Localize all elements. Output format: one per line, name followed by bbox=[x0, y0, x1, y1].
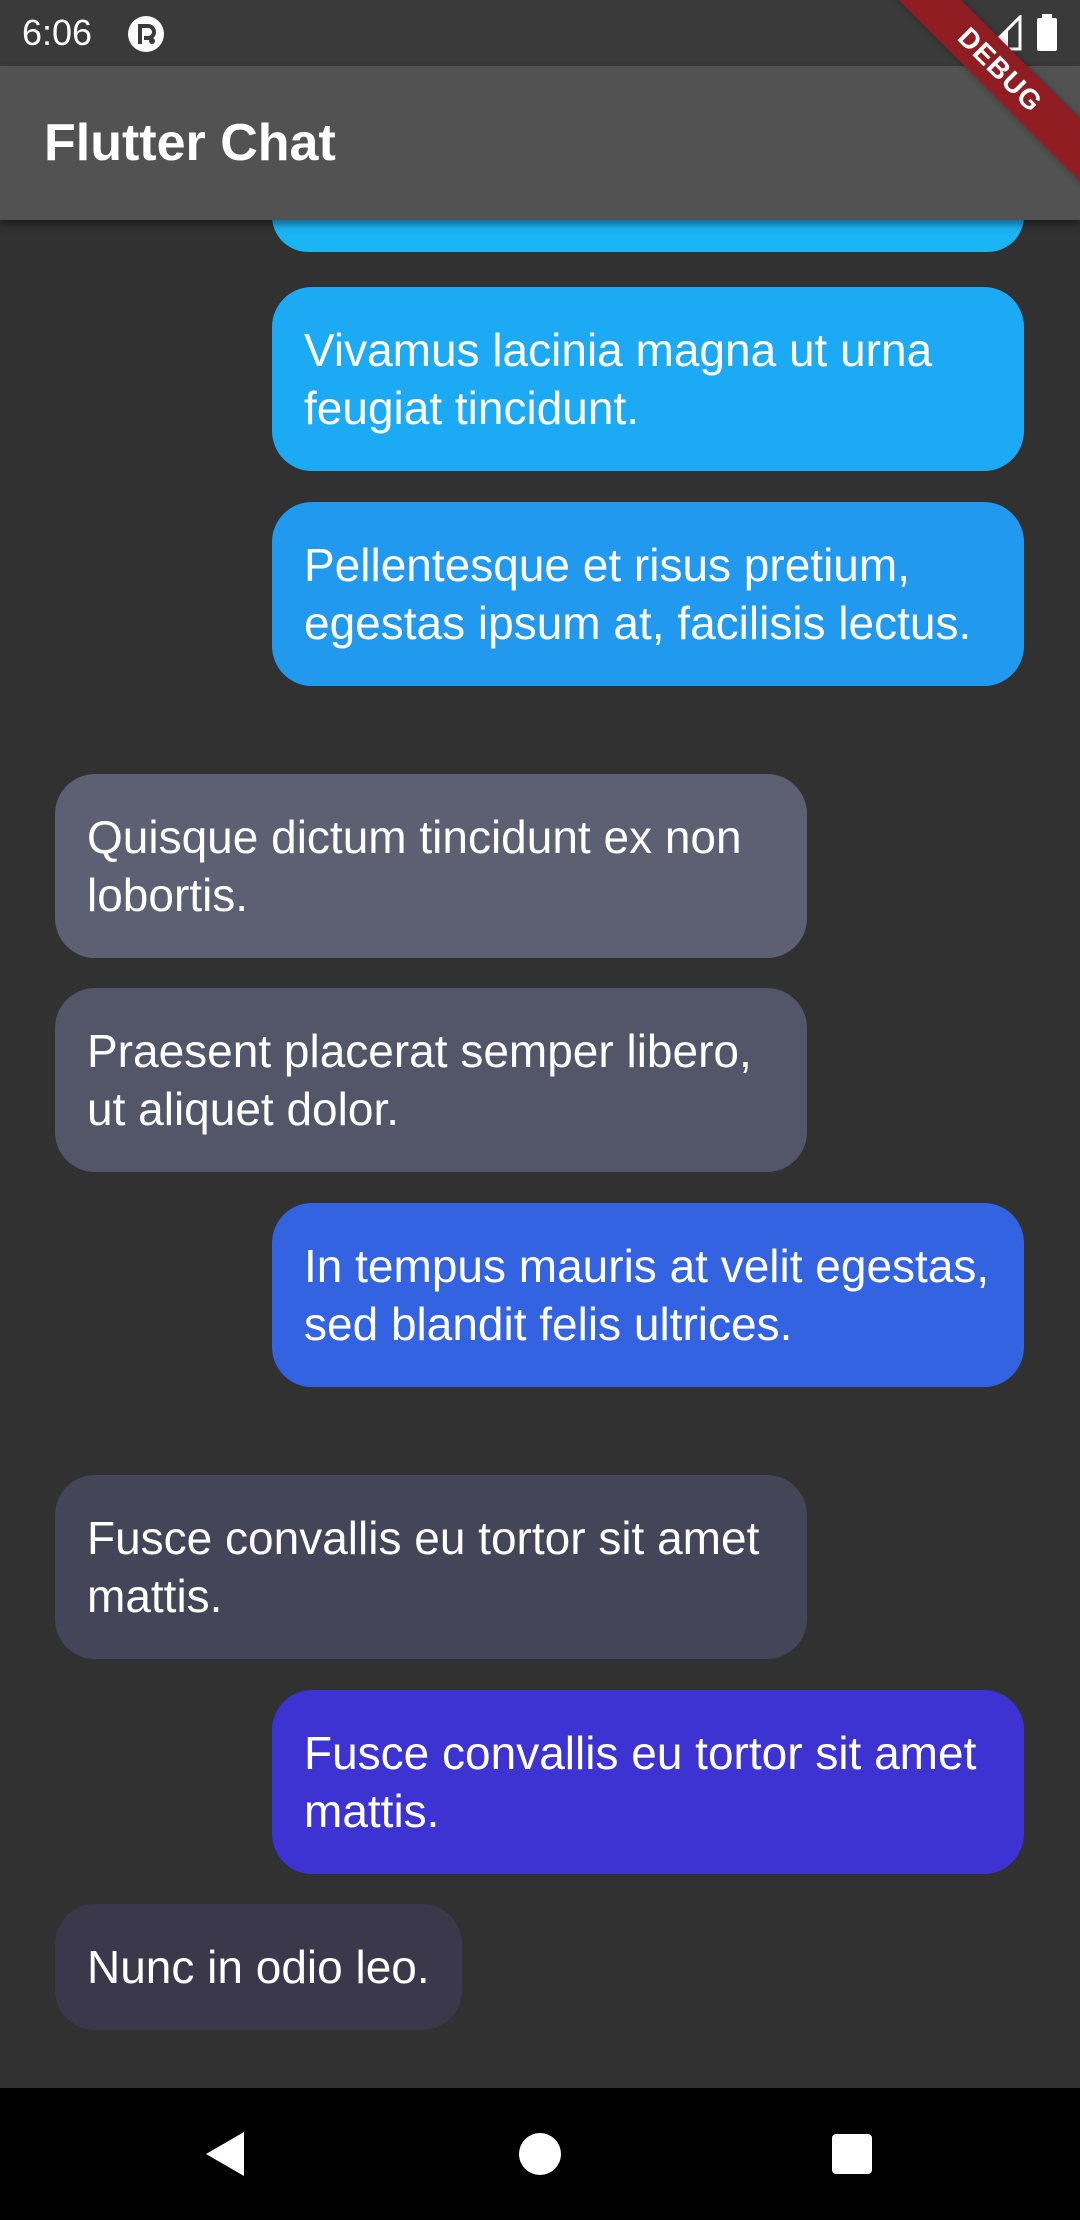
message-bubble-sent[interactable]: Vivamus lacinia magna ut urna feugiat ti… bbox=[272, 287, 1024, 471]
message-bubble-sent[interactable]: Fusce convallis eu tortor sit amet matti… bbox=[272, 1690, 1024, 1874]
message-list[interactable]: Vivamus lacinia magna ut urna feugiat ti… bbox=[0, 220, 1080, 2088]
message-text: Praesent placerat semper libero, ut aliq… bbox=[87, 1025, 752, 1135]
message-bubble-sent[interactable] bbox=[272, 220, 1024, 252]
app-bar: Flutter Chat bbox=[0, 66, 1080, 220]
message-text: Vivamus lacinia magna ut urna feugiat ti… bbox=[304, 324, 933, 434]
home-icon[interactable] bbox=[514, 2128, 566, 2180]
back-icon[interactable] bbox=[200, 2128, 252, 2180]
app-notification-icon bbox=[128, 16, 164, 52]
message-text: Nunc in odio leo. bbox=[87, 1941, 430, 1993]
message-text: Fusce convallis eu tortor sit amet matti… bbox=[304, 1727, 977, 1837]
message-text: In tempus mauris at velit egestas, sed b… bbox=[304, 1240, 990, 1350]
message-bubble-sent[interactable]: In tempus mauris at velit egestas, sed b… bbox=[272, 1203, 1024, 1387]
message-text: Pellentesque et risus pretium, egestas i… bbox=[304, 539, 972, 649]
message-bubble-received[interactable]: Fusce convallis eu tortor sit amet matti… bbox=[55, 1475, 807, 1659]
message-bubble-received[interactable]: Quisque dictum tincidunt ex non lobortis… bbox=[55, 774, 807, 958]
message-text: Fusce convallis eu tortor sit amet matti… bbox=[87, 1512, 760, 1622]
chat-screen: 6:06 Flutter Chat DEBUG Vivamus lacinia … bbox=[0, 0, 1080, 2220]
navigation-bar bbox=[0, 2088, 1080, 2220]
message-bubble-sent[interactable]: Pellentesque et risus pretium, egestas i… bbox=[272, 502, 1024, 686]
battery-icon bbox=[1037, 14, 1057, 51]
recents-icon[interactable] bbox=[826, 2128, 878, 2180]
message-text: Quisque dictum tincidunt ex non lobortis… bbox=[87, 811, 742, 921]
page-title: Flutter Chat bbox=[44, 114, 336, 172]
message-bubble-received[interactable]: Praesent placerat semper libero, ut aliq… bbox=[55, 988, 807, 1172]
status-time: 6:06 bbox=[22, 12, 93, 53]
message-bubble-received[interactable]: Nunc in odio leo. bbox=[55, 1904, 462, 2030]
